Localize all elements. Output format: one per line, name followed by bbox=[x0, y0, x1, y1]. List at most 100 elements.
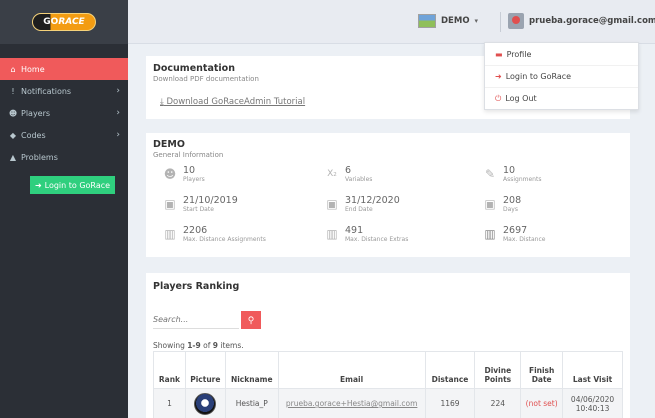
logo-text-race: RACE bbox=[58, 17, 85, 27]
sign-in-icon: ➜ bbox=[34, 180, 42, 190]
dropdown-item-login[interactable]: ➜ Login to GoRace bbox=[485, 65, 638, 87]
stat-max-distance-assignments: ▥ 2206 Max. Distance Assignments bbox=[163, 225, 266, 243]
warning-icon: ▲ bbox=[9, 152, 17, 162]
players-ranking-card: Players Ranking ⚲ Showing 1-9 of 9 items… bbox=[146, 273, 630, 418]
column-header-email[interactable]: Email bbox=[277, 351, 426, 389]
stat-label: Start Date bbox=[183, 206, 214, 213]
user-dropdown-menu: ▬ Profile ➜ Login to GoRace ⏻ Log Out bbox=[484, 42, 639, 110]
column-header-nickname[interactable]: Nickname bbox=[224, 351, 279, 389]
stat-value: 21/10/2019 bbox=[183, 195, 238, 206]
home-icon: ⌂ bbox=[10, 64, 16, 74]
org-name: DEMO bbox=[441, 16, 470, 26]
stat-days: ▣ 208 Days bbox=[483, 195, 521, 213]
stat-value: 2697 bbox=[503, 225, 528, 236]
stat-players: ☻ 10 Players bbox=[163, 165, 205, 183]
stats-grid: ☻ 10 Players X₂ 6 Variables ✎ 10 Assignment… bbox=[153, 165, 623, 255]
search-button[interactable]: ⚲ bbox=[241, 311, 261, 329]
column-header-divine-points[interactable]: Divine Points bbox=[474, 351, 522, 389]
stat-value: 2206 bbox=[183, 225, 208, 236]
edit-icon: ✎ bbox=[484, 167, 496, 181]
map-filled-icon: ▥ bbox=[484, 227, 496, 241]
sidebar-item-label: Notifications bbox=[21, 86, 72, 96]
cell-rank: 1 bbox=[153, 388, 186, 418]
stat-start-date: ▣ 21/10/2019 Start Date bbox=[163, 195, 238, 213]
pagination-summary: Showing 1-9 of 9 items. bbox=[153, 341, 244, 350]
sidebar-item-label: Home bbox=[21, 64, 45, 74]
stat-value: 31/12/2020 bbox=[345, 195, 400, 206]
stat-variables: X₂ 6 Variables bbox=[325, 165, 372, 183]
cell-email-link[interactable]: prueba.gorace+Hestia@gmail.com bbox=[277, 388, 426, 418]
stat-label: Variables bbox=[345, 176, 373, 183]
calendar-icon: ▣ bbox=[484, 197, 496, 211]
subscript-icon: X₂ bbox=[327, 169, 337, 179]
summary-prefix: Showing bbox=[153, 341, 188, 350]
column-header-rank[interactable]: Rank bbox=[153, 351, 186, 389]
sign-in-icon: ➜ bbox=[495, 72, 502, 81]
cell-picture bbox=[184, 388, 226, 418]
sidebar-item-codes[interactable]: ◆ Codes › bbox=[0, 124, 128, 146]
map-icon: ▥ bbox=[326, 227, 338, 241]
chevron-right-icon: › bbox=[116, 108, 120, 118]
stat-label: Days bbox=[503, 206, 518, 213]
sidebar-item-players[interactable]: ☻ Players › bbox=[0, 102, 128, 124]
download-link-label: Download GoRaceAdmin Tutorial bbox=[166, 97, 306, 107]
summary-range: 1-9 bbox=[187, 341, 201, 350]
sidebar-item-notifications[interactable]: ! Notifications › bbox=[0, 80, 128, 102]
cell-distance: 1169 bbox=[424, 388, 476, 418]
sidebar-item-problems[interactable]: ▲ Problems bbox=[0, 146, 128, 168]
sidebar-item-label: Codes bbox=[21, 130, 46, 140]
dropdown-item-logout[interactable]: ⏻ Log Out bbox=[485, 87, 638, 109]
stat-value: 10 bbox=[183, 165, 196, 176]
login-to-gorace-button[interactable]: ➜ Login to GoRace bbox=[30, 176, 115, 194]
column-header-last-visit[interactable]: Last Visit bbox=[562, 351, 623, 389]
stat-label: End Date bbox=[345, 206, 373, 213]
column-header-picture: Picture bbox=[184, 351, 226, 389]
logo-area: GO RACE bbox=[0, 0, 128, 44]
sidebar-menu: ⌂ Home ! Notifications › ☻ Players › ◆ C… bbox=[0, 58, 128, 168]
dropdown-item-label: Login to GoRace bbox=[505, 72, 572, 81]
download-icon: ⤓ bbox=[160, 97, 164, 107]
search-icon: ⚲ bbox=[247, 314, 255, 325]
chevron-right-icon: › bbox=[116, 86, 120, 96]
user-menu-toggle[interactable]: prueba.gorace@gmail.com ▾ bbox=[508, 13, 655, 29]
column-header-distance[interactable]: Distance bbox=[424, 351, 476, 389]
stat-end-date: ▣ 31/12/2020 End Date bbox=[325, 195, 400, 213]
divider bbox=[500, 12, 501, 32]
stat-label: Assignments bbox=[503, 176, 542, 183]
gorace-logo[interactable]: GO RACE bbox=[32, 13, 96, 31]
login-button-label: Login to GoRace bbox=[44, 180, 111, 190]
org-switcher[interactable]: DEMO ▾ bbox=[418, 14, 478, 28]
search-input[interactable] bbox=[153, 311, 239, 329]
stat-value: 6 bbox=[345, 165, 352, 176]
calendar-check-icon: ▣ bbox=[164, 197, 176, 211]
sidebar-item-label: Players bbox=[21, 108, 51, 118]
id-card-icon: ▬ bbox=[495, 49, 503, 59]
demo-info-card: DEMO General Information ☻ 10 Players X₂ … bbox=[146, 133, 630, 257]
cell-finish-date: (not set) bbox=[520, 388, 564, 418]
stat-value: 10 bbox=[503, 165, 516, 176]
power-icon: ⏻ bbox=[495, 93, 502, 103]
card-title: Players Ranking bbox=[153, 281, 240, 292]
stat-assignments: ✎ 10 Assignments bbox=[483, 165, 541, 183]
stat-label: Players bbox=[183, 176, 205, 183]
dropdown-item-label: Log Out bbox=[505, 94, 537, 103]
stat-value: 208 bbox=[503, 195, 522, 206]
cell-divine-points: 224 bbox=[474, 388, 522, 418]
stat-value: 491 bbox=[345, 225, 364, 236]
org-logo-icon bbox=[418, 14, 436, 28]
stat-label: Max. Distance Assignments bbox=[183, 236, 266, 243]
top-navbar: DEMO ▾ prueba.gorace@gmail.com ▾ bbox=[128, 0, 655, 44]
column-header-finish-date[interactable]: Finish Date bbox=[520, 351, 564, 389]
map-icon: ▥ bbox=[164, 227, 176, 241]
dropdown-item-label: Profile bbox=[506, 49, 532, 59]
cell-nickname: Hestia_P bbox=[224, 388, 279, 418]
dropdown-item-profile[interactable]: ▬ Profile bbox=[485, 43, 638, 65]
summary-of: of bbox=[200, 341, 213, 350]
user-email: prueba.gorace@gmail.com bbox=[529, 16, 655, 26]
caret-down-icon: ▾ bbox=[474, 17, 479, 25]
chevron-right-icon: › bbox=[116, 130, 120, 140]
calendar-x-icon: ▣ bbox=[326, 197, 338, 211]
stat-label: Max. Distance Extras bbox=[345, 236, 409, 243]
sidebar-item-home[interactable]: ⌂ Home bbox=[0, 58, 128, 80]
users-icon: ☻ bbox=[163, 167, 177, 181]
